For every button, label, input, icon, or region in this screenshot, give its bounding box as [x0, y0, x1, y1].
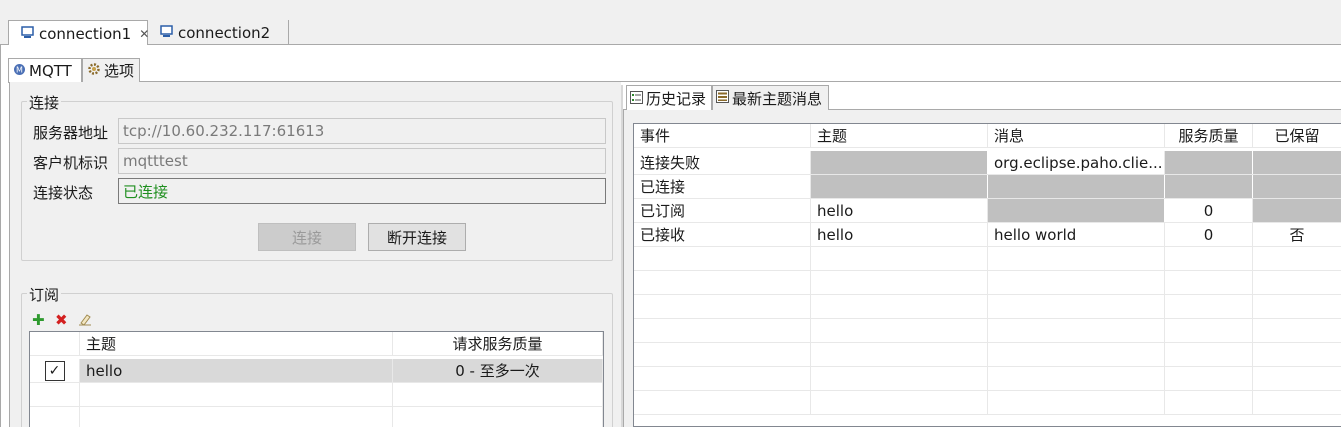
- cell-qos: 0: [1165, 223, 1253, 246]
- table-row-empty: [634, 295, 1341, 319]
- tab-latest-messages[interactable]: 最新主题消息: [712, 85, 829, 110]
- cell-event: 已接收: [634, 223, 811, 246]
- header-topic[interactable]: 主题: [80, 332, 393, 355]
- row-qos[interactable]: 0 - 至多一次: [393, 359, 603, 382]
- table-row-empty: [30, 407, 603, 427]
- tab-label: 历史记录: [646, 90, 707, 108]
- connection-status-label: 连接状态: [33, 184, 94, 202]
- client-id-label: 客户机标识: [33, 154, 109, 172]
- svg-text:M: M: [16, 66, 23, 75]
- x-icon[interactable]: ✖: [55, 311, 68, 329]
- disconnect-button[interactable]: 断开连接: [368, 223, 466, 251]
- tab-label: connection2: [178, 23, 271, 42]
- row-check-cell[interactable]: ✓: [30, 359, 80, 382]
- gear-icon: [87, 62, 101, 80]
- cell-retained: [1253, 175, 1341, 198]
- cell-event: 已连接: [634, 175, 811, 198]
- table-row-empty: [30, 383, 603, 407]
- inner-tabbar: M MQTT 选项: [8, 58, 1341, 83]
- table-row[interactable]: 连接失败 org.eclipse.paho.clie...: [634, 151, 1341, 175]
- table-row-empty: [634, 271, 1341, 295]
- tab-options[interactable]: 选项: [82, 58, 140, 82]
- cell-retained: [1253, 151, 1341, 174]
- subscription-table: 主题 请求服务质量 ✓ hello 0 - 至多一次: [29, 331, 604, 427]
- history-tabbar: 历史记录 最新主题消息: [623, 85, 1341, 111]
- cell-qos: 0: [1165, 199, 1253, 222]
- header-qos[interactable]: 服务质量: [1165, 124, 1253, 147]
- table-row[interactable]: 已接收 hello hello world 0 否: [634, 223, 1341, 247]
- cell-message: hello world: [988, 223, 1165, 246]
- tab-mqtt[interactable]: M MQTT: [8, 58, 82, 83]
- table-header: 事件 主题 消息 服务质量 已保留: [634, 124, 1341, 148]
- eraser-icon[interactable]: [78, 312, 92, 330]
- cell-message: [988, 199, 1165, 222]
- tab-label: 最新主题消息: [732, 89, 823, 108]
- cell-topic: hello: [811, 223, 988, 246]
- server-address-label: 服务器地址: [33, 124, 109, 142]
- cell-topic: [811, 151, 988, 174]
- connect-button[interactable]: 连接: [258, 223, 356, 251]
- cell-qos: [1165, 175, 1253, 198]
- client-id-field[interactable]: mqtttest: [118, 148, 606, 174]
- mqtt-icon: M: [13, 62, 26, 80]
- table-row[interactable]: 已订阅 hello 0: [634, 199, 1341, 223]
- tab-connection1[interactable]: connection1 ✕: [8, 20, 149, 46]
- cell-message: [988, 175, 1165, 198]
- title-strip: [0, 0, 1341, 20]
- table-row-empty: [634, 367, 1341, 391]
- tab-label: MQTT: [29, 62, 72, 80]
- server-address-field[interactable]: tcp://10.60.232.117:61613: [118, 118, 606, 144]
- subscribe-group-title: 订阅: [27, 284, 62, 305]
- tab-connection2[interactable]: connection2: [148, 20, 289, 45]
- cell-topic: hello: [811, 199, 988, 222]
- tab-label: connection1: [39, 24, 132, 43]
- tab-history[interactable]: 历史记录: [626, 85, 712, 111]
- monitor-icon: [21, 25, 34, 43]
- table-row[interactable]: ✓ hello 0 - 至多一次: [30, 359, 603, 383]
- cell-retained: 否: [1253, 223, 1341, 246]
- history-table: 事件 主题 消息 服务质量 已保留 连接失败 org.eclipse.paho.…: [633, 123, 1341, 427]
- plus-icon[interactable]: ✚: [32, 311, 45, 329]
- header-topic[interactable]: 主题: [811, 124, 988, 147]
- table-row-empty: [634, 247, 1341, 271]
- monitor-icon: [160, 24, 173, 42]
- table-row-empty: [634, 391, 1341, 415]
- table-row-empty: [634, 343, 1341, 367]
- cell-retained: [1253, 199, 1341, 222]
- cell-event: 已订阅: [634, 199, 811, 222]
- header-qos[interactable]: 请求服务质量: [393, 332, 603, 355]
- connection-status-field: 已连接: [118, 178, 606, 204]
- latest-messages-icon: [716, 89, 729, 107]
- header-event[interactable]: 事件: [634, 124, 811, 147]
- tab-label: 选项: [104, 62, 135, 80]
- history-list-icon: [630, 90, 643, 108]
- header-message[interactable]: 消息: [988, 124, 1165, 147]
- table-row-empty: [634, 319, 1341, 343]
- row-topic: hello: [80, 359, 393, 382]
- cell-message: org.eclipse.paho.clie...: [988, 151, 1165, 174]
- table-header: 主题 请求服务质量: [30, 332, 603, 356]
- connection-group-title: 连接: [27, 92, 62, 113]
- cell-qos: [1165, 151, 1253, 174]
- cell-topic: [811, 175, 988, 198]
- checkbox[interactable]: ✓: [44, 360, 65, 381]
- table-row[interactable]: 已连接: [634, 175, 1341, 199]
- header-retained[interactable]: 已保留: [1253, 124, 1341, 147]
- header-check: [30, 332, 80, 355]
- cell-event: 连接失败: [634, 151, 811, 174]
- connection-tabbar: connection1 ✕ connection2: [0, 20, 1341, 46]
